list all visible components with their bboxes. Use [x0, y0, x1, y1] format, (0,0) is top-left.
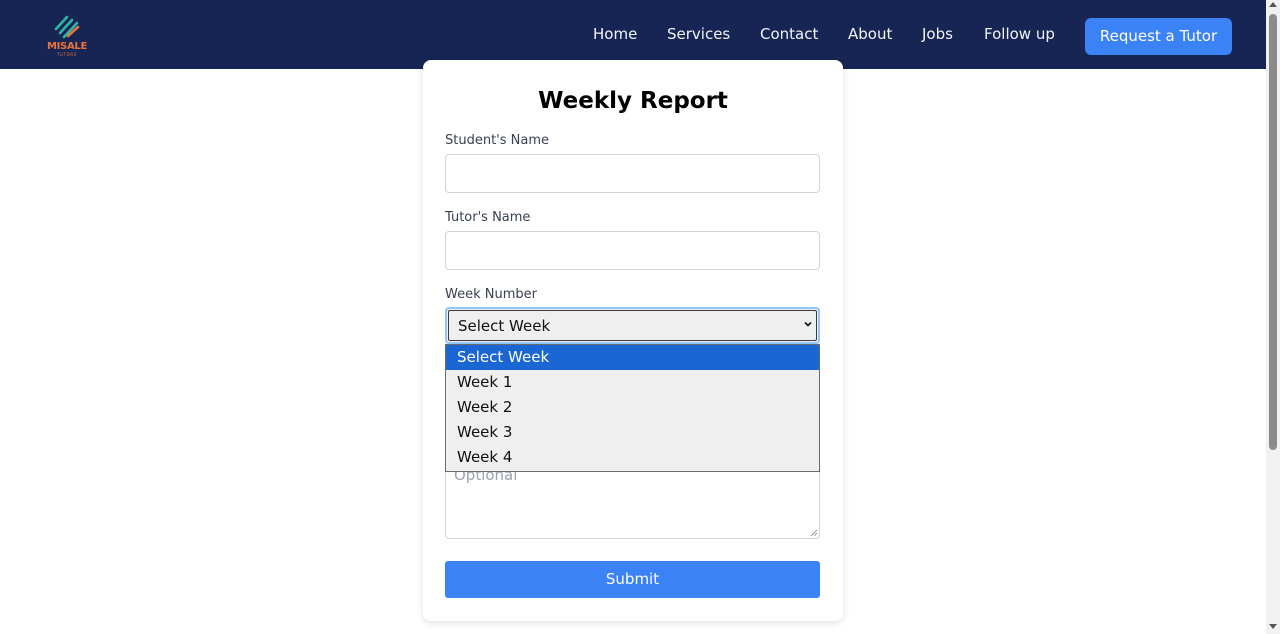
tutor-name-label: Tutor's Name [445, 210, 531, 225]
brand-logo[interactable]: MISALE TUTORS [44, 14, 90, 58]
option-week-4[interactable]: Week 4 [446, 445, 819, 470]
option-select-week[interactable]: Select Week [446, 345, 819, 370]
week-number-select[interactable]: Select Week [445, 307, 820, 344]
week-number-label: Week Number [445, 287, 537, 302]
option-week-1[interactable]: Week 1 [446, 370, 819, 395]
nav-home[interactable]: Home [593, 24, 637, 44]
scroll-down-icon[interactable] [1269, 624, 1277, 629]
week-options-list: Select Week Week 1 Week 2 Week 3 Week 4 [445, 344, 820, 472]
navbar: MISALE TUTORS Home Services Contact Abou… [0, 0, 1266, 69]
nav-follow-up[interactable]: Follow up [984, 24, 1055, 44]
nav-jobs[interactable]: Jobs [922, 24, 953, 44]
scroll-up-icon[interactable] [1269, 2, 1277, 7]
page-scrollbar[interactable] [1266, 0, 1280, 634]
request-tutor-button[interactable]: Request a Tutor [1085, 18, 1232, 55]
chevron-down-icon [804, 321, 812, 327]
scroll-thumb[interactable] [1269, 14, 1277, 450]
resize-handle-icon[interactable] [810, 529, 818, 537]
tutor-name-field[interactable] [445, 231, 820, 270]
student-name-field[interactable] [445, 154, 820, 193]
select-value: Select Week [458, 317, 551, 335]
option-week-3[interactable]: Week 3 [446, 420, 819, 445]
submit-button[interactable]: Submit [445, 561, 820, 598]
student-name-label: Student's Name [445, 133, 550, 148]
nav-about[interactable]: About [848, 24, 892, 44]
nav-contact[interactable]: Contact [760, 24, 818, 44]
brand-sub: TUTORS [57, 52, 77, 57]
page-title: Weekly Report [538, 88, 728, 114]
nav-services[interactable]: Services [667, 24, 730, 44]
option-week-2[interactable]: Week 2 [446, 395, 819, 420]
logo-stripes-icon [54, 15, 80, 39]
brand-name: MISALE [46, 41, 88, 52]
